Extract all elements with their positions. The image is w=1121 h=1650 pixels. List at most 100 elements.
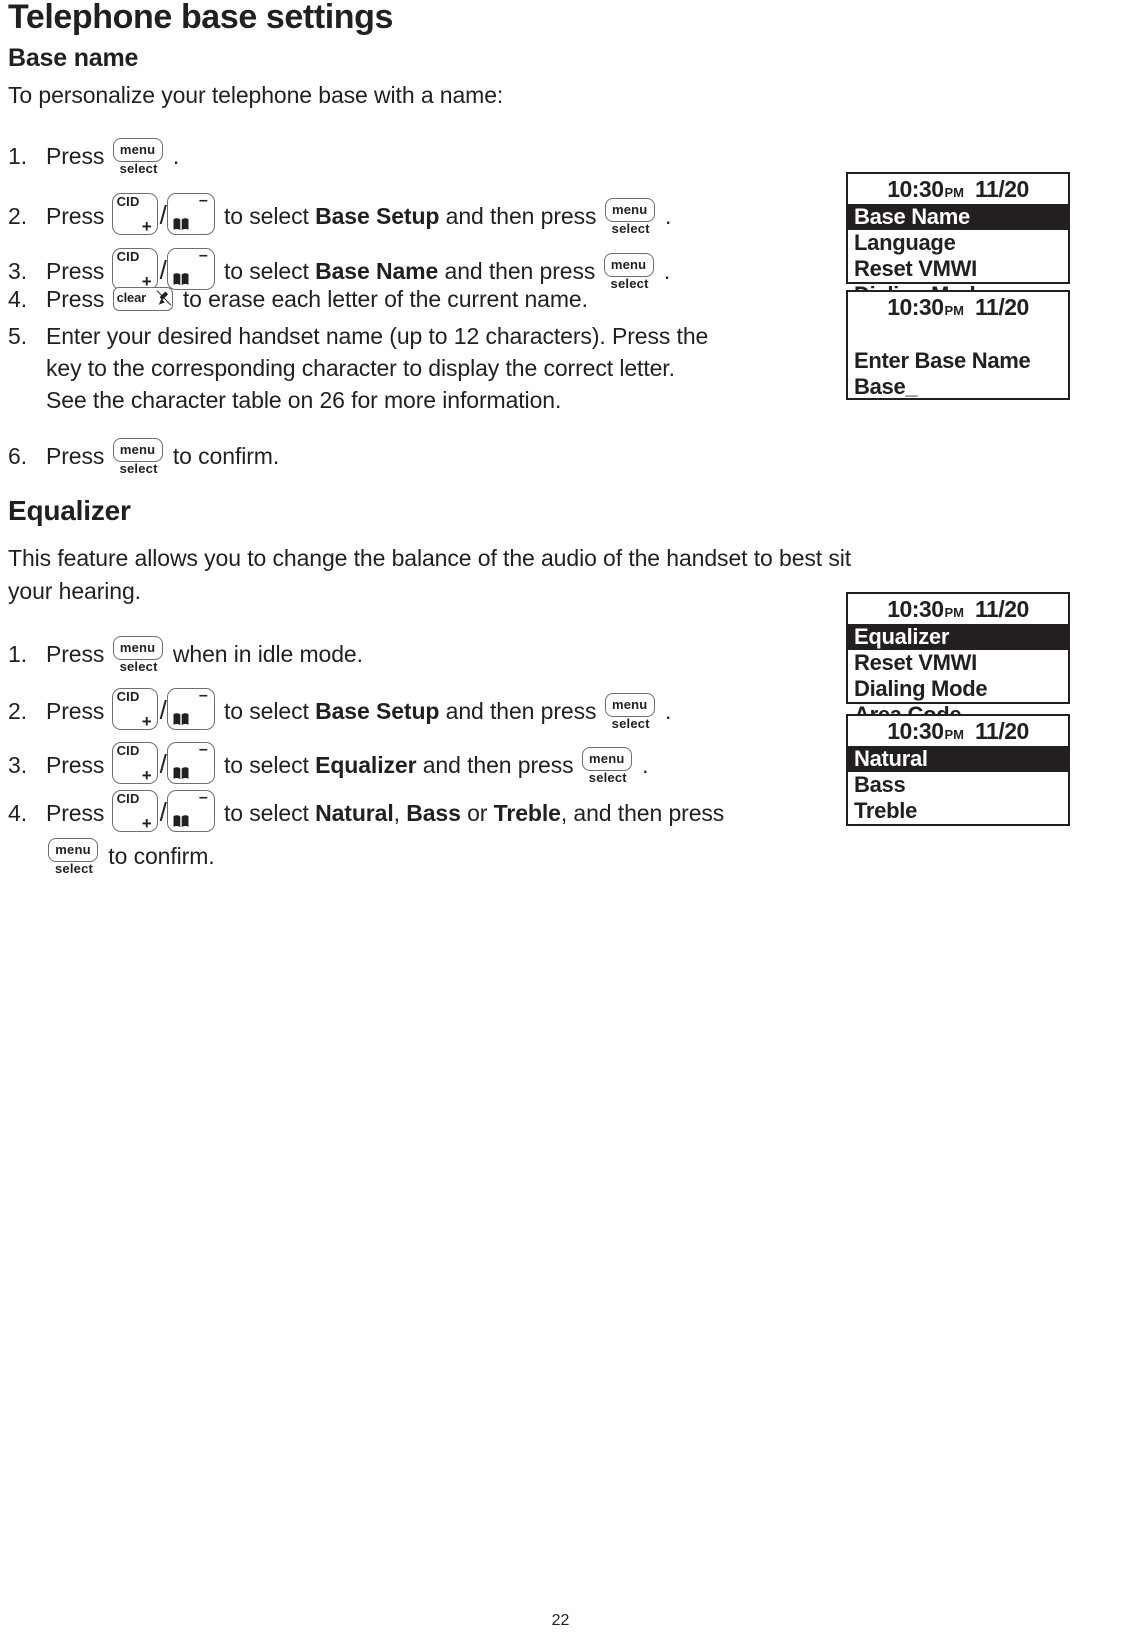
key-separator: / bbox=[159, 749, 167, 779]
step-target-bass: Bass bbox=[406, 800, 461, 826]
lcd-menu-item[interactable]: Bass bbox=[848, 772, 1068, 798]
menu-key-label: menu bbox=[119, 442, 156, 457]
step-end-punct: . bbox=[642, 752, 649, 778]
menu-key-label: menu bbox=[611, 202, 648, 217]
lcd-menu-item-selected[interactable]: Base Name bbox=[848, 204, 1068, 230]
lcd-prompt-label: Enter Base Name bbox=[854, 348, 1031, 373]
clear-key-label: clear bbox=[116, 290, 147, 305]
lcd-menu-item[interactable]: Language bbox=[848, 230, 1068, 256]
step-base-name-2: 2. Press CID + / – to select Base Setup … bbox=[8, 193, 671, 238]
lcd-time: 10:30 bbox=[887, 294, 944, 320]
step-equalizer-2: 2. Press CID + / – to select Base Setup … bbox=[8, 688, 671, 733]
lcd-menu-item[interactable]: Dialing Mode bbox=[848, 676, 1068, 702]
minus-icon: – bbox=[198, 687, 208, 704]
step-mid2-label: and then press bbox=[444, 258, 596, 284]
menu-key-cap: menu bbox=[604, 693, 655, 717]
phonebook-book-icon bbox=[173, 218, 189, 231]
cid-up-key[interactable]: CID + bbox=[111, 790, 160, 834]
menu-key-cap: menu bbox=[48, 838, 98, 862]
select-key-label: select bbox=[119, 161, 158, 176]
lcd-menu-item[interactable]: Reset VMWI bbox=[848, 256, 1068, 282]
step-end-punct: . bbox=[663, 258, 671, 284]
menu-select-key[interactable]: menu select bbox=[581, 747, 634, 787]
step-press-label: Press bbox=[46, 286, 105, 312]
step-text: Press menu select when in idle mode. bbox=[46, 636, 363, 676]
lcd-menu-item-selected[interactable]: Natural bbox=[848, 746, 1068, 772]
step-number: 4. bbox=[8, 800, 27, 826]
step-text: Press CID + / – to select Base Setup and… bbox=[46, 193, 671, 238]
menu-select-key[interactable]: menu select bbox=[603, 253, 656, 293]
select-key-label: select bbox=[611, 221, 650, 236]
cid-up-key[interactable]: CID + bbox=[111, 742, 160, 786]
menu-select-key[interactable]: menu select bbox=[604, 693, 657, 733]
lcd-blank-row bbox=[848, 322, 1068, 348]
section-intro-equalizer-line-1: This feature allows you to change the ba… bbox=[8, 545, 852, 571]
lcd-screen-base-setup-menu: 10:30 PM 11/20 Base Name Language Reset … bbox=[846, 172, 1070, 307]
step-equalizer-4: 4. Press CID + / – to select Natural, Ba… bbox=[8, 790, 724, 834]
cid-up-key[interactable]: CID + bbox=[111, 193, 160, 237]
mute-microphone-icon bbox=[156, 290, 171, 306]
step-sep-2: or bbox=[467, 800, 488, 826]
menu-key-cap: menu bbox=[604, 198, 655, 222]
cid-key-label: CID bbox=[116, 743, 140, 758]
lcd-screen-enter-base-name: 10:30 PM 11/20 Enter Base Name Base_ bbox=[846, 290, 1070, 400]
menu-select-key[interactable]: menu select bbox=[112, 636, 165, 676]
menu-key-cap: menu bbox=[112, 636, 163, 660]
section-intro-equalizer-line-2: your hearing. bbox=[8, 578, 141, 604]
step-press-label: Press bbox=[46, 443, 105, 469]
plus-icon: + bbox=[141, 814, 152, 833]
step-number: 3. bbox=[8, 258, 27, 284]
lcd-menu-item-selected[interactable]: Equalizer bbox=[848, 624, 1068, 650]
manual-page: Telephone base settings Base name To per… bbox=[0, 0, 1121, 1650]
menu-select-key[interactable]: menu select bbox=[112, 438, 165, 478]
step-mid2-label: and then press bbox=[573, 800, 725, 826]
phonebook-book-icon bbox=[173, 713, 189, 726]
lcd-screen-equalizer-options: 10:30 PM 11/20 Natural Bass Treble bbox=[846, 714, 1070, 826]
cid-key-label: CID bbox=[116, 249, 140, 264]
step-base-name-1: 1. Press menu select . bbox=[8, 138, 179, 178]
select-key-label: select bbox=[611, 716, 650, 731]
key-separator: / bbox=[159, 797, 167, 827]
step-tail-label: when in idle mode. bbox=[172, 641, 363, 667]
step-mid-label: to select bbox=[224, 258, 309, 284]
page-title: Telephone base settings bbox=[8, 0, 394, 36]
step-press-label: Press bbox=[46, 800, 105, 826]
step-target-treble: Treble bbox=[493, 800, 561, 826]
step-text: Press clear to erase each letter of the … bbox=[46, 286, 588, 313]
menu-key-cap: menu bbox=[603, 253, 654, 277]
plus-icon: + bbox=[141, 712, 152, 731]
step-base-name-6: 6. Press menu select to confirm. bbox=[8, 438, 279, 478]
minus-icon: – bbox=[198, 192, 208, 209]
lcd-name-input-value[interactable]: Base_ bbox=[848, 374, 1068, 400]
step-equalizer-1: 1. Press menu select when in idle mode. bbox=[8, 636, 363, 676]
menu-select-key[interactable]: menu select bbox=[112, 138, 165, 178]
step-press-label: Press bbox=[46, 203, 105, 229]
lcd-ampm: PM bbox=[944, 185, 965, 200]
lcd-screen-equalizer-menu: 10:30 PM 11/20 Equalizer Reset VMWI Dial… bbox=[846, 592, 1070, 727]
step-mid-label: to select bbox=[224, 203, 309, 229]
minus-icon: – bbox=[198, 247, 208, 264]
minus-icon: – bbox=[198, 789, 208, 806]
lcd-menu-item[interactable]: Reset VMWI bbox=[848, 650, 1068, 676]
phonebook-down-key[interactable]: – bbox=[166, 192, 217, 237]
plus-icon: + bbox=[141, 766, 152, 785]
phonebook-down-key[interactable]: – bbox=[166, 687, 217, 732]
phonebook-book-icon bbox=[173, 273, 189, 286]
section-heading-equalizer: Equalizer bbox=[8, 495, 131, 526]
step-tail-label: to erase each letter of the current name… bbox=[182, 286, 588, 312]
step-text-line-1: Enter your desired handset name (up to 1… bbox=[46, 323, 709, 349]
clear-key[interactable]: clear bbox=[112, 287, 175, 313]
step-press-label: Press bbox=[46, 143, 105, 169]
menu-select-key[interactable]: menu select bbox=[604, 198, 657, 238]
cid-up-key[interactable]: CID + bbox=[111, 688, 160, 732]
menu-select-key[interactable]: menu select bbox=[48, 838, 100, 878]
menu-key-label: menu bbox=[55, 842, 91, 857]
page-number: 22 bbox=[551, 1612, 570, 1629]
section-intro-base-name: To personalize your telephone base with … bbox=[8, 82, 504, 108]
phonebook-down-key[interactable]: – bbox=[166, 789, 217, 834]
section-heading-base-name: Base name bbox=[8, 44, 139, 72]
phonebook-down-key[interactable]: – bbox=[166, 742, 217, 786]
step-mid2-label: and then press bbox=[422, 752, 574, 778]
lcd-menu-item[interactable]: Treble bbox=[848, 798, 1068, 824]
step-mid-label: to select bbox=[224, 698, 309, 724]
